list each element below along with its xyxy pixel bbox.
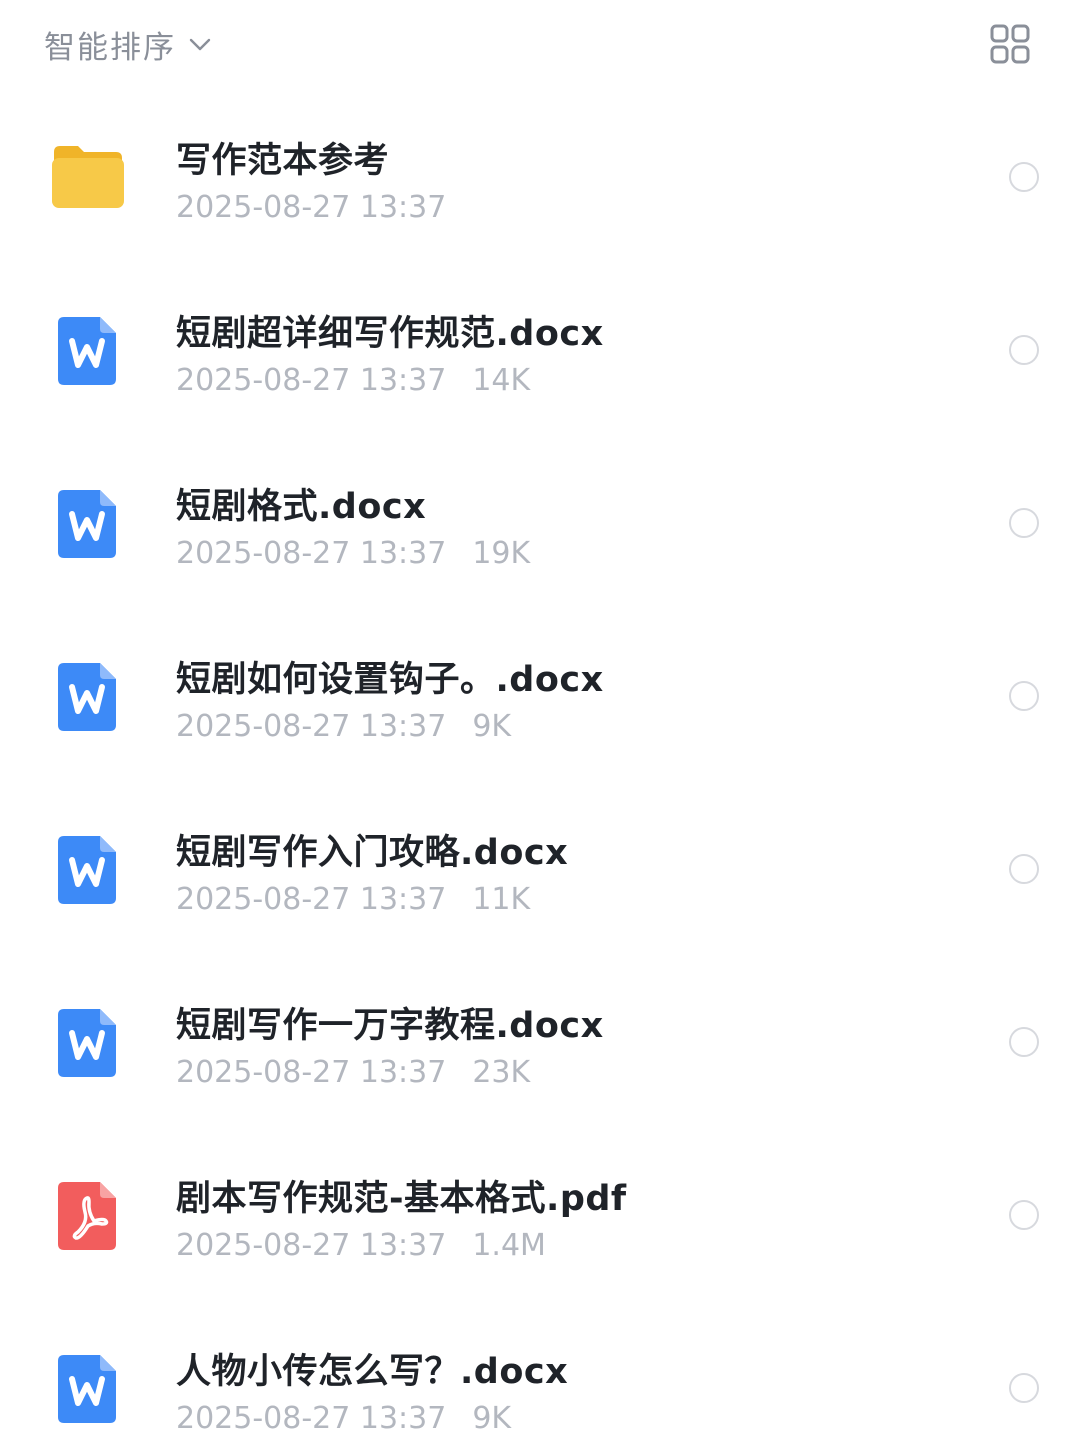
file-date: 2025-08-27 13:37 [176,882,447,917]
file-row[interactable]: 剧本写作规范-基本格式.pdf 2025-08-27 13:37 1.4M [0,1128,1080,1301]
chevron-down-icon [189,38,211,51]
file-date: 2025-08-27 13:37 [176,190,447,225]
file-size: 11K [472,882,531,917]
file-size: 23K [472,1055,531,1090]
file-size: 9K [472,709,512,744]
sort-label: 智能排序 [44,29,176,66]
file-meta: 2025-08-27 13:37 9K [176,1401,511,1436]
file-size: 9K [472,1401,512,1436]
file-size: 19K [472,536,531,571]
select-radio[interactable] [1009,335,1039,365]
word-doc-icon [58,1009,116,1077]
file-browser: 智能排序 写作范本参考 2025-08-27 13:37 短剧超详细写作规范.doc… [0,0,1080,1443]
file-date: 2025-08-27 13:37 [176,363,447,398]
file-row[interactable]: 人物小传怎么写？.docx 2025-08-27 13:37 9K [0,1301,1080,1443]
select-radio[interactable] [1009,854,1039,884]
file-meta: 2025-08-27 13:37 23K [176,1055,530,1090]
toolbar: 智能排序 [0,0,1080,90]
word-doc-icon [58,490,116,558]
file-name: 短剧如何设置钩子。.docx [176,660,604,700]
file-date: 2025-08-27 13:37 [176,536,447,571]
file-meta: 2025-08-27 13:37 11K [176,882,530,917]
file-size: 14K [472,363,531,398]
select-radio[interactable] [1009,1200,1039,1230]
file-row[interactable]: 短剧写作入门攻略.docx 2025-08-27 13:37 11K [0,782,1080,955]
file-meta: 2025-08-27 13:37 9K [176,709,511,744]
file-name: 短剧超详细写作规范.docx [176,314,604,354]
file-date: 2025-08-27 13:37 [176,1055,447,1090]
file-name: 写作范本参考 [176,141,390,181]
file-row[interactable]: 短剧超详细写作规范.docx 2025-08-27 13:37 14K [0,263,1080,436]
file-list: 写作范本参考 2025-08-27 13:37 短剧超详细写作规范.docx 2025… [0,90,1080,1443]
file-row[interactable]: 短剧写作一万字教程.docx 2025-08-27 13:37 23K [0,955,1080,1128]
file-meta: 2025-08-27 13:37 14K [176,363,530,398]
file-row[interactable]: 短剧如何设置钩子。.docx 2025-08-27 13:37 9K [0,609,1080,782]
folder-icon [52,146,124,208]
file-row[interactable]: 写作范本参考 2025-08-27 13:37 [0,90,1080,263]
word-doc-icon [58,317,116,385]
file-name: 剧本写作规范-基本格式.pdf [176,1179,627,1219]
file-meta: 2025-08-27 13:37 [176,190,446,225]
select-radio[interactable] [1009,1027,1039,1057]
file-date: 2025-08-27 13:37 [176,709,447,744]
file-name: 短剧写作一万字教程.docx [176,1006,604,1046]
file-name: 短剧写作入门攻略.docx [176,833,569,873]
file-row[interactable]: 短剧格式.docx 2025-08-27 13:37 19K [0,436,1080,609]
select-radio[interactable] [1009,681,1039,711]
select-radio[interactable] [1009,508,1039,538]
word-doc-icon [58,1355,116,1423]
pdf-icon [58,1182,116,1250]
file-date: 2025-08-27 13:37 [176,1228,447,1263]
file-size: 1.4M [472,1228,546,1263]
file-name: 人物小传怎么写？.docx [176,1352,569,1392]
file-date: 2025-08-27 13:37 [176,1401,447,1436]
word-doc-icon [58,663,116,731]
file-name: 短剧格式.docx [176,487,427,527]
file-meta: 2025-08-27 13:37 19K [176,536,530,571]
grid-view-icon[interactable] [990,24,1030,64]
select-radio[interactable] [1009,162,1039,192]
file-meta: 2025-08-27 13:37 1.4M [176,1228,546,1263]
word-doc-icon [58,836,116,904]
sort-dropdown[interactable]: 智能排序 [44,22,212,66]
select-radio[interactable] [1009,1373,1039,1403]
